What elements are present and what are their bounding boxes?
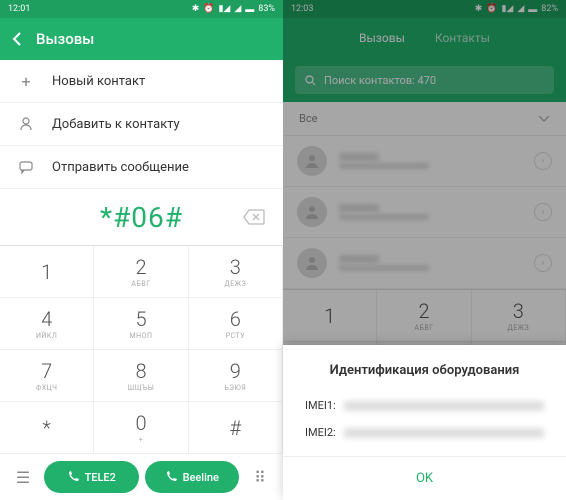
bottom-bar: ☰ TELE2 Beeline ⠿ — [0, 454, 283, 500]
signal-icon: ▮◢ — [218, 4, 230, 14]
key-digit: 5 — [135, 307, 146, 331]
person-icon — [18, 116, 34, 132]
key-letters: РСТУ — [226, 332, 245, 340]
add-to-contact-item[interactable]: Добавить к контакту — [0, 103, 283, 146]
menu-icon[interactable]: ☰ — [8, 468, 38, 487]
menu-label: Добавить к контакту — [52, 117, 180, 132]
menu-label: Отправить сообщение — [52, 160, 189, 175]
signal-icon: ◢ — [234, 4, 241, 14]
imei2-row: IMEI2: — [283, 419, 566, 446]
status-bar: 12:01 ✱ ⏰ ▮◢ ◢ ▬ 83% — [0, 0, 283, 18]
call-label: TELE2 — [85, 471, 116, 484]
header-bar: Вызовы — [0, 18, 283, 60]
key-letters: МНОП — [130, 332, 153, 340]
status-time: 12:01 — [8, 4, 30, 14]
status-icons: ✱ ⏰ ▮◢ ◢ ▬ 83% — [192, 4, 275, 15]
key-letters: ФХЦЧ — [36, 384, 58, 392]
key-letters: + — [139, 436, 143, 444]
dialog-title: Идентификация оборудования — [283, 363, 566, 392]
key-letters: ИЙКЛ — [36, 332, 57, 340]
key-9[interactable]: 9ЬЭЮЯ — [189, 350, 283, 402]
new-contact-item[interactable]: + Новый контакт — [0, 60, 283, 103]
battery-icon: ▬ — [245, 4, 254, 15]
key-4[interactable]: 4ИЙКЛ — [0, 298, 94, 350]
key-digit: 4 — [41, 307, 52, 331]
imei2-value-redacted — [344, 428, 544, 438]
key-#[interactable]: # — [189, 402, 283, 454]
battery-text: 83% — [258, 4, 275, 14]
key-digit: 2 — [135, 255, 146, 279]
imei1-value-redacted — [344, 401, 544, 411]
imei2-label: IMEI2: — [305, 426, 336, 439]
back-icon[interactable] — [12, 31, 22, 47]
key-digit: 0 — [135, 411, 146, 435]
bluetooth-icon: ✱ — [192, 4, 200, 14]
key-1[interactable]: 1 — [0, 246, 94, 298]
key-letters: ДЕЖЗ — [224, 280, 246, 288]
key-0[interactable]: 0+ — [94, 402, 188, 454]
phone-icon — [165, 471, 177, 483]
call-button-beeline[interactable]: Beeline — [145, 461, 240, 493]
key-7[interactable]: 7ФХЦЧ — [0, 350, 94, 402]
key-digit: 1 — [41, 260, 52, 284]
key-letters: ЬЭЮЯ — [224, 384, 246, 392]
key-5[interactable]: 5МНОП — [94, 298, 188, 350]
menu-label: Новый контакт — [52, 74, 145, 89]
key-digit: 7 — [41, 359, 52, 383]
key-6[interactable]: 6РСТУ — [189, 298, 283, 350]
key-digit: * — [42, 416, 51, 440]
send-message-item[interactable]: Отправить сообщение — [0, 146, 283, 189]
backspace-icon[interactable] — [243, 209, 265, 225]
key-3[interactable]: 3ДЕЖЗ — [189, 246, 283, 298]
key-digit: 3 — [230, 255, 241, 279]
chat-icon — [18, 159, 34, 175]
page-title: Вызовы — [36, 30, 94, 48]
number-display: *#06# — [0, 189, 283, 245]
key-8[interactable]: 8ШЩЪЫ — [94, 350, 188, 402]
screen-dialer: 12:01 ✱ ⏰ ▮◢ ◢ ▬ 83% Вызовы + Новый конт… — [0, 0, 283, 500]
keypad: 12АБВГ3ДЕЖЗ4ИЙКЛ5МНОП6РСТУ7ФХЦЧ8ШЩЪЫ9ЬЭЮ… — [0, 245, 283, 454]
action-menu: + Новый контакт Добавить к контакту Отпр… — [0, 60, 283, 189]
call-label: Beeline — [183, 471, 219, 484]
key-digit: # — [230, 416, 242, 440]
dialed-number: *#06# — [100, 201, 183, 234]
phone-icon — [67, 471, 79, 483]
alarm-icon: ⏰ — [203, 4, 214, 14]
imei-dialog: Идентификация оборудования IMEI1: IMEI2:… — [283, 345, 566, 500]
dialpad-icon[interactable]: ⠿ — [245, 468, 275, 487]
key-*[interactable]: * — [0, 402, 94, 454]
ok-button[interactable]: OK — [283, 456, 566, 500]
imei1-row: IMEI1: — [283, 392, 566, 419]
key-digit: 9 — [230, 359, 241, 383]
key-letters: ШЩЪЫ — [128, 384, 155, 392]
plus-icon: + — [18, 73, 34, 89]
key-digit: 6 — [230, 307, 241, 331]
key-letters: АБВГ — [131, 280, 150, 288]
screen-contacts-dialog: 12:03 ✱ ⏰ ▮◢ ◢ ▬ 82% Вызовы Контакты Пои… — [283, 0, 566, 500]
key-digit: 8 — [135, 359, 146, 383]
call-button-tele2[interactable]: TELE2 — [44, 461, 139, 493]
imei1-label: IMEI1: — [305, 399, 336, 412]
key-2[interactable]: 2АБВГ — [94, 246, 188, 298]
